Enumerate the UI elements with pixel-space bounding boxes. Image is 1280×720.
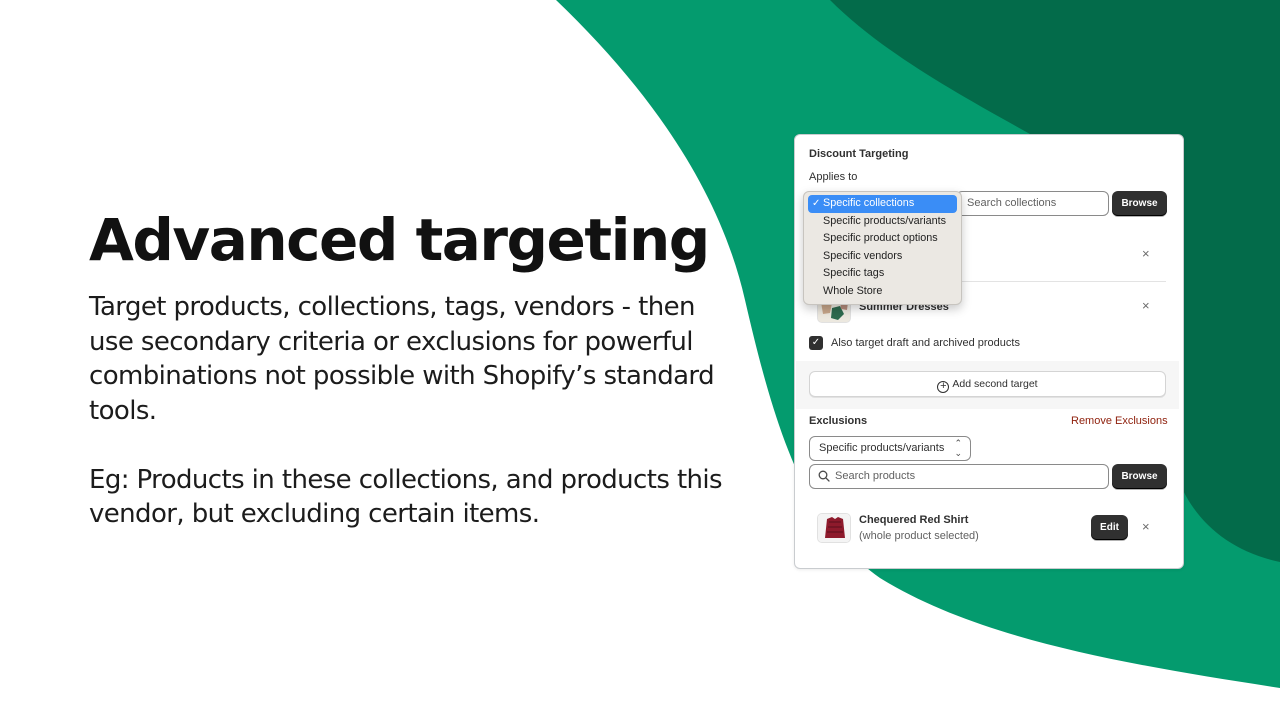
exclusions-label: Exclusions [809, 415, 868, 427]
dropdown-option-specific-products-variants[interactable]: Specific products/variants [808, 213, 957, 231]
exclusion-type-select[interactable]: Specific products/variants ⌃ ⌄ [809, 436, 971, 461]
hero-paragraph-2: Eg: Products in these collections, and p… [89, 464, 723, 530]
dropdown-option-specific-tags[interactable]: Specific tags [808, 265, 957, 283]
remove-target-1-icon[interactable]: × [1142, 247, 1150, 260]
search-icon [818, 470, 830, 482]
applies-to-label: Applies to [809, 171, 858, 183]
discount-targeting-card: Discount Targeting Applies to Search col… [794, 134, 1184, 569]
hero-description: Target products, collections, tags, vend… [89, 290, 729, 532]
browse-products-button[interactable]: Browse [1112, 464, 1167, 489]
remove-product-icon[interactable]: × [1142, 520, 1150, 533]
search-products-input[interactable]: Search products [809, 464, 1109, 489]
applies-to-dropdown-menu: ✓ Specific collections Specific products/… [803, 191, 962, 305]
edit-product-button[interactable]: Edit [1091, 515, 1128, 540]
add-second-target-label: Add second target [952, 378, 1038, 390]
dropdown-option-specific-vendors[interactable]: Specific vendors [808, 248, 957, 266]
shirt-photo-icon [817, 513, 851, 543]
card-title: Discount Targeting [809, 148, 909, 160]
dropdown-option-specific-product-options[interactable]: Specific product options [808, 230, 957, 248]
hero-paragraph-1: Target products, collections, tags, vend… [89, 292, 715, 426]
dropdown-option-whole-store[interactable]: Whole Store [808, 283, 957, 301]
browse-collections-button[interactable]: Browse [1112, 191, 1167, 216]
remove-collection-icon[interactable]: × [1142, 299, 1150, 312]
dropdown-option-specific-collections[interactable]: ✓ Specific collections [808, 195, 957, 213]
select-arrows-icon: ⌃ ⌄ [954, 438, 962, 458]
draft-archived-label: Also target draft and archived products [831, 337, 1020, 349]
search-products-placeholder: Search products [835, 470, 916, 482]
excluded-product-name: Chequered Red Shirt [859, 514, 969, 526]
add-second-target-button[interactable]: + Add second target [809, 371, 1166, 397]
draft-archived-checkbox[interactable]: ✓ [809, 336, 823, 350]
remove-exclusions-link[interactable]: Remove Exclusions [1071, 415, 1168, 427]
checkmark-icon: ✓ [812, 198, 821, 209]
search-collections-input[interactable]: Search collections [956, 191, 1109, 216]
excluded-product-subtitle: (whole product selected) [859, 530, 979, 542]
hero-title: Advanced targeting [89, 206, 710, 274]
exclusion-type-value: Specific products/variants [819, 442, 945, 454]
plus-circle-icon: + [937, 381, 950, 393]
